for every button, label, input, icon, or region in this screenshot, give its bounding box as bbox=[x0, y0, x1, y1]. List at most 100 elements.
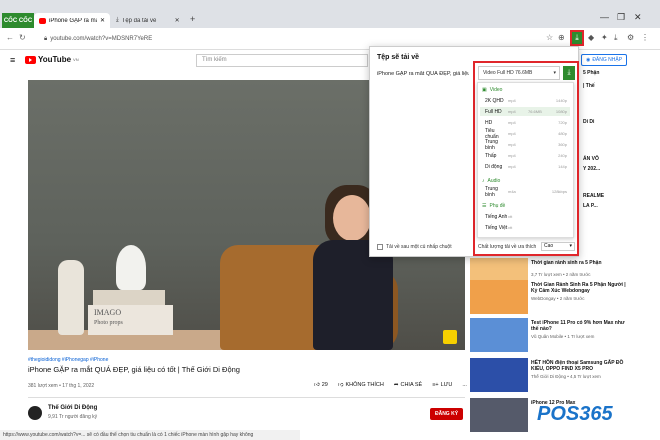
tab-downloads[interactable]: ⤓ Tệp đã tải về ✕ bbox=[111, 13, 186, 28]
preferred-quality-select[interactable]: Cao ▾ bbox=[541, 242, 575, 251]
quality-dropdown[interactable]: Video Full HD 76.6MB ▾ bbox=[478, 66, 560, 80]
format: mp4 bbox=[508, 98, 516, 103]
logo-letter: P bbox=[537, 403, 551, 425]
hashtags[interactable]: #thegioididong #iPhonegap #iPhone bbox=[28, 357, 108, 363]
subscribe-button[interactable]: ĐĂNG KÝ bbox=[430, 408, 463, 420]
dislike-button[interactable]: 👎︎ KHÔNG THÍCH bbox=[338, 382, 384, 388]
star-icon[interactable]: ☆ bbox=[546, 33, 553, 42]
share-button[interactable]: ➦ CHIA SẺ bbox=[394, 382, 422, 388]
sidebar-video-title[interactable]: Thời gian rảnh sinh ra 5 Phận bbox=[531, 260, 631, 266]
sidebar-video-meta: Thế Giới Di Động • 4,5 Tr lượt xem bbox=[531, 374, 601, 379]
preferred-quality-label: Chất lượng tải về ưa thích bbox=[478, 244, 537, 250]
vase bbox=[58, 260, 84, 335]
savior-download-extension-icon[interactable]: ⤓ bbox=[570, 30, 584, 46]
chevron-down-icon: ▾ bbox=[553, 70, 556, 76]
extension-icon[interactable]: ⊕ bbox=[558, 33, 565, 42]
sidebar-thumbnail[interactable] bbox=[470, 318, 528, 352]
downloads-icon[interactable]: ⤓ bbox=[614, 33, 618, 43]
book-subtitle: Photo props bbox=[94, 320, 123, 326]
quality-option[interactable]: 2K QHD mp4 1440p bbox=[480, 96, 570, 105]
quality-option[interactable]: HD mp4 720p bbox=[480, 118, 570, 127]
sidebar-video-title[interactable]: HẾT HỒN điện thoại Samsung GẤP ĐỒ KIỂU, … bbox=[531, 360, 631, 372]
subtitle-language: Tiếng Việt bbox=[485, 224, 508, 231]
checkbox-icon bbox=[377, 244, 383, 250]
resolution: 128kbps bbox=[551, 189, 567, 194]
download-icon: ⤓ bbox=[116, 17, 119, 23]
hamburger-icon[interactable]: ≡ bbox=[10, 55, 15, 65]
youtube-wordmark: YouTube bbox=[38, 55, 72, 64]
auto-download-label: Tải về sau một cú nhấp chuột bbox=[386, 244, 452, 250]
quality-name: Di động bbox=[485, 163, 503, 170]
sidebar-video-title[interactable]: Thời Gian Rảnh Sinh Ra 5 Phận Người | Kỷ… bbox=[531, 282, 631, 294]
view-count: 381 lượt xem • 17 thg 1, 2022 bbox=[28, 383, 95, 389]
channel-avatar[interactable] bbox=[28, 406, 42, 420]
menu-icon[interactable]: ⋮ bbox=[641, 33, 649, 42]
quality-name: Trung bình bbox=[485, 185, 498, 198]
new-tab-button[interactable]: + bbox=[190, 14, 195, 24]
section-label: Video bbox=[489, 87, 503, 93]
signin-button[interactable]: ◉ ĐĂNG NHẬP bbox=[581, 54, 627, 66]
sidebar-video-title[interactable]: Test iPhone 11 Pro có 9% hơn Max như thế… bbox=[531, 320, 631, 332]
auto-download-checkbox[interactable]: Tải về sau một cú nhấp chuột bbox=[377, 244, 452, 250]
quality-option[interactable]: Thấp mp4 240p bbox=[480, 151, 570, 160]
resolution: 144p bbox=[558, 164, 567, 169]
url-input[interactable]: 🔒︎ youtube.com/watch?v=MDSNR7YeRE bbox=[40, 32, 540, 46]
channel-name[interactable]: Thế Giới Di Động bbox=[48, 405, 97, 411]
refresh-icon[interactable]: ↻ bbox=[19, 33, 26, 42]
translate-icon[interactable]: ◆ bbox=[588, 33, 594, 42]
resolution: 720p bbox=[558, 120, 567, 125]
subtitle-option[interactable]: Tiếng Anh vtt bbox=[480, 212, 570, 221]
quality-option[interactable]: Trung bình mp4 360p bbox=[480, 139, 570, 151]
maximize-button[interactable]: ❐ bbox=[617, 12, 625, 23]
quality-option[interactable]: Tiêu chuẩn mp4 480p bbox=[480, 128, 570, 140]
quality-option[interactable]: Trung bình m4a 128kbps bbox=[480, 185, 570, 198]
minimize-button[interactable]: — bbox=[600, 12, 609, 22]
back-icon[interactable]: ← bbox=[6, 33, 14, 42]
search-input[interactable]: Tìm kiếm bbox=[196, 54, 368, 67]
section-subtitles: ☰ Phụ đề bbox=[482, 203, 505, 209]
sidebar-video-meta: WebDongay • 2 năm trước bbox=[531, 296, 585, 301]
sidebar-thumbnail[interactable] bbox=[470, 280, 528, 314]
thumbs-down-icon: 👎︎ bbox=[337, 382, 344, 388]
channel-watermark-icon bbox=[443, 330, 457, 344]
subtitle-option[interactable]: Tiếng Việt vtt bbox=[480, 223, 570, 232]
format: mp4 bbox=[508, 164, 516, 169]
thumbs-up-icon: 👍︎ bbox=[314, 382, 320, 388]
youtube-logo[interactable]: YouTube VN bbox=[25, 55, 79, 64]
settings-icon[interactable]: ⚙ bbox=[627, 33, 634, 42]
format: vtt bbox=[508, 225, 513, 230]
more-button[interactable]: ... bbox=[462, 382, 467, 388]
section-audio: ♪ Audio bbox=[482, 178, 500, 184]
tab-close-icon[interactable]: ✕ bbox=[100, 17, 105, 24]
sidebar-thumbnail[interactable] bbox=[470, 398, 528, 432]
like-button[interactable]: 👍︎ 29 bbox=[314, 382, 328, 388]
close-window-button[interactable]: ✕ bbox=[634, 12, 642, 23]
download-button[interactable]: ⤓ bbox=[563, 66, 575, 80]
chevron-down-icon: ▾ bbox=[569, 243, 572, 249]
section-label: Phụ đề bbox=[489, 203, 506, 209]
tab-close-icon[interactable]: ✕ bbox=[175, 17, 180, 24]
status-bar-url: https://www.youtube.com/watch?v=... sẽ c… bbox=[0, 430, 300, 440]
save-button[interactable]: ≡+ LƯU bbox=[432, 382, 452, 388]
quality-name: 2K QHD bbox=[485, 97, 504, 104]
signin-label: ĐĂNG NHẬP bbox=[592, 57, 623, 63]
quality-option[interactable]: Di động mp4 144p bbox=[480, 162, 570, 171]
logo-letters: OS bbox=[550, 403, 580, 425]
sidebar-peek-text: LA P... bbox=[583, 203, 598, 209]
user-icon: ◉ bbox=[585, 57, 591, 63]
tab-youtube[interactable]: iPhone GẶP ra mắt QUÁ ĐẸP ✕ bbox=[34, 13, 110, 28]
resolution: 1080p bbox=[555, 109, 567, 114]
puzzle-icon[interactable]: ✦ bbox=[601, 33, 608, 42]
coccoc-menu-button[interactable]: CỐC CỐC bbox=[2, 13, 34, 28]
format: mp4 bbox=[508, 131, 516, 136]
quality-dropdown-value: Video Full HD 76.6MB bbox=[483, 70, 533, 76]
video-title: iPhone GẶP ra mắt QUÁ ĐẸP, giá liệu có t… bbox=[28, 365, 240, 374]
book-stack-top bbox=[93, 290, 165, 306]
video-camera-icon: ▣ bbox=[482, 87, 487, 93]
sidebar-thumbnail[interactable] bbox=[470, 358, 528, 392]
resolution: 1440p bbox=[555, 98, 567, 103]
popup-title: Tệp sẽ tải về bbox=[377, 54, 420, 61]
format: mp4 bbox=[508, 142, 516, 147]
sidebar-peek-text: Y 202... bbox=[583, 166, 601, 172]
quality-option-selected[interactable]: Full HD mp4 76.6MB 1080p bbox=[480, 107, 570, 116]
